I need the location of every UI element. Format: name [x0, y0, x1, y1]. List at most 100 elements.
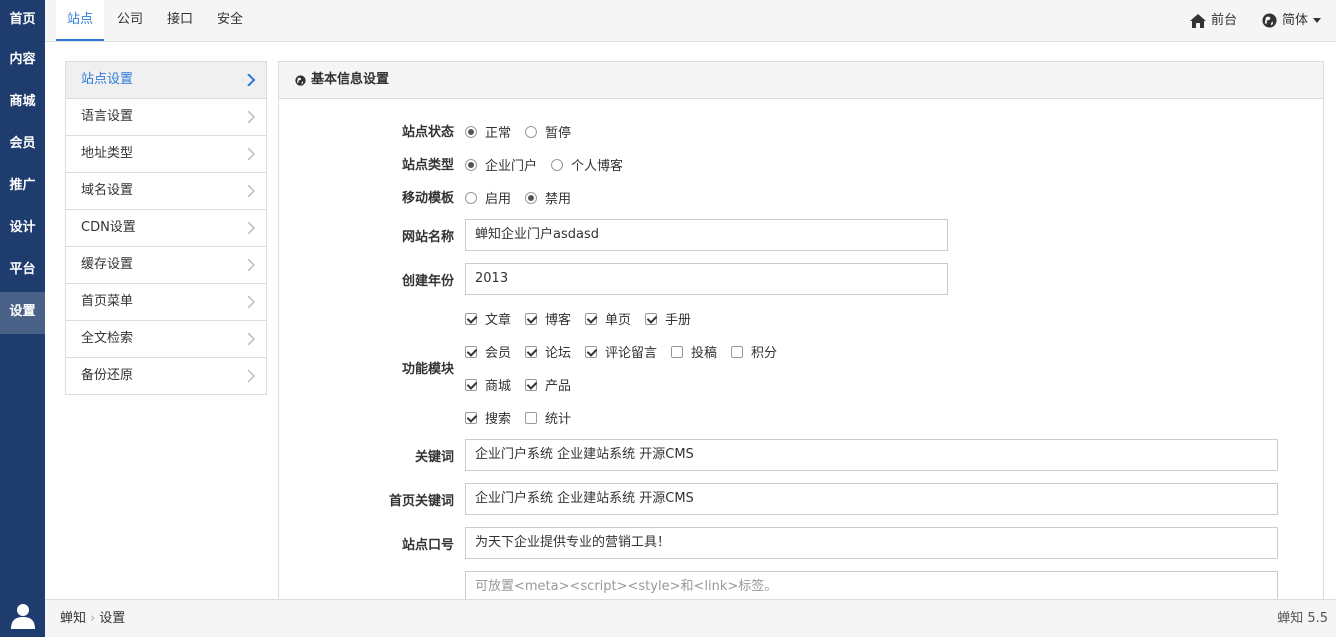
nav-item-platform[interactable]: 平台	[0, 250, 45, 292]
submenu-item-fulltext-search[interactable]: 全文检索	[66, 321, 266, 358]
option-label: 文章	[485, 313, 512, 328]
submenu-item-site-settings[interactable]: 站点设置	[66, 62, 266, 99]
radio-icon	[465, 125, 477, 138]
top-bar: 站点 公司 接口 安全 前台 简体	[45, 0, 1336, 42]
submenu-item-cdn[interactable]: CDN设置	[66, 210, 266, 247]
option-label: 投稿	[691, 346, 718, 361]
nav-item-settings[interactable]: 设置	[0, 292, 45, 334]
checkbox-icon	[525, 312, 537, 325]
submenu-item-address-type[interactable]: 地址类型	[66, 136, 266, 173]
module-shop-checkbox[interactable]: 商城	[465, 375, 511, 394]
site-type-label: 站点类型	[401, 158, 454, 173]
breadcrumb-current: 设置	[99, 611, 126, 626]
site-status-paused-radio[interactable]: 暂停	[525, 122, 571, 141]
module-member-checkbox[interactable]: 会员	[465, 342, 511, 361]
submenu-item-language[interactable]: 语言设置	[66, 99, 266, 136]
option-label: 单页	[605, 313, 632, 328]
module-score-checkbox[interactable]: 积分	[731, 342, 777, 361]
chevron-right-icon	[247, 111, 256, 123]
option-label: 个人博客	[571, 159, 624, 174]
tab-security[interactable]: 安全	[204, 0, 256, 41]
option-label: 积分	[751, 346, 778, 361]
chevron-right-icon	[247, 185, 256, 197]
checkbox-icon	[525, 378, 537, 391]
submenu-item-home-menu[interactable]: 首页菜单	[66, 284, 266, 321]
settings-submenu: 站点设置 语言设置 地址类型 域名设置 CDN设置 缓存设置 首页菜单 全文检索…	[65, 61, 267, 395]
modules-label: 功能模块	[401, 362, 454, 377]
checkbox-icon	[465, 345, 477, 358]
radio-icon	[525, 125, 537, 138]
chevron-right-icon	[247, 74, 256, 86]
submenu-item-domain[interactable]: 域名设置	[66, 173, 266, 210]
module-comment-checkbox[interactable]: 评论留言	[585, 342, 657, 361]
mobile-template-enable-radio[interactable]: 启用	[465, 188, 511, 207]
submenu-label: 全文检索	[81, 331, 134, 346]
chevron-right-icon	[247, 222, 256, 234]
tab-company[interactable]: 公司	[104, 0, 156, 41]
language-dropdown[interactable]: 简体	[1262, 0, 1322, 41]
slogan-input[interactable]: 为天下企业提供专业的营销工具！	[465, 527, 1278, 559]
checkbox-icon	[525, 411, 537, 424]
module-article-checkbox[interactable]: 文章	[465, 309, 511, 328]
home-keywords-input[interactable]: 企业门户系统 企业建站系统 开源CMS	[465, 483, 1278, 515]
checkbox-icon	[465, 411, 477, 424]
slogan-label: 站点口号	[401, 538, 454, 553]
module-page-checkbox[interactable]: 单页	[585, 309, 631, 328]
chevron-right-icon	[247, 333, 256, 345]
radio-icon	[465, 158, 477, 171]
footer-bar: 蝉知 › 设置 蝉知 5.5	[45, 599, 1336, 637]
option-label: 手册	[665, 313, 692, 328]
chevron-right-icon	[247, 296, 256, 308]
submenu-label: 地址类型	[81, 146, 134, 161]
site-status-label: 站点状态	[401, 125, 454, 140]
keywords-input[interactable]: 企业门户系统 企业建站系统 开源CMS	[465, 439, 1278, 471]
submenu-label: 首页菜单	[81, 294, 134, 309]
option-label: 企业门户	[485, 159, 538, 174]
submenu-label: 语言设置	[81, 109, 134, 124]
module-submission-checkbox[interactable]: 投稿	[671, 342, 717, 361]
radio-icon	[525, 191, 537, 204]
option-label: 禁用	[545, 192, 572, 207]
nav-item-shop[interactable]: 商城	[0, 82, 45, 124]
nav-item-home[interactable]: 首页	[0, 0, 45, 40]
tab-site[interactable]: 站点	[56, 0, 104, 41]
radio-icon	[551, 158, 563, 171]
nav-item-promotion[interactable]: 推广	[0, 166, 45, 208]
checkbox-icon	[671, 345, 683, 358]
nav-item-design[interactable]: 设计	[0, 208, 45, 250]
frontend-label: 前台	[1211, 12, 1238, 28]
nav-item-content[interactable]: 内容	[0, 40, 45, 82]
nav-item-member[interactable]: 会员	[0, 124, 45, 166]
module-stats-checkbox[interactable]: 统计	[525, 408, 571, 427]
site-type-blog-radio[interactable]: 个人博客	[551, 155, 623, 174]
submenu-label: 站点设置	[81, 72, 134, 87]
option-label: 搜索	[485, 412, 512, 427]
breadcrumb-home[interactable]: 蝉知	[60, 611, 86, 626]
checkbox-icon	[465, 312, 477, 325]
site-type-enterprise-radio[interactable]: 企业门户	[465, 155, 537, 174]
chevron-right-icon	[247, 370, 256, 382]
created-year-input[interactable]: 2013	[465, 263, 948, 295]
site-status-normal-radio[interactable]: 正常	[465, 122, 511, 141]
module-search-checkbox[interactable]: 搜索	[465, 408, 511, 427]
module-product-checkbox[interactable]: 产品	[525, 375, 571, 394]
checkbox-icon	[585, 312, 597, 325]
option-label: 启用	[485, 192, 512, 207]
submenu-item-backup[interactable]: 备份还原	[66, 358, 266, 395]
option-label: 评论留言	[605, 346, 658, 361]
user-avatar-icon[interactable]	[0, 595, 45, 637]
left-nav: 首页 内容 商城 会员 推广 设计 平台 设置	[0, 0, 45, 637]
chevron-right-icon	[247, 259, 256, 271]
tab-interface[interactable]: 接口	[156, 0, 204, 41]
module-forum-checkbox[interactable]: 论坛	[525, 342, 571, 361]
checkbox-icon	[585, 345, 597, 358]
module-book-checkbox[interactable]: 手册	[645, 309, 691, 328]
submenu-item-cache[interactable]: 缓存设置	[66, 247, 266, 284]
option-label: 统计	[545, 412, 572, 427]
frontend-link[interactable]: 前台	[1190, 0, 1237, 41]
globe-icon	[295, 74, 306, 86]
module-blog-checkbox[interactable]: 博客	[525, 309, 571, 328]
submenu-label: 备份还原	[81, 368, 134, 383]
mobile-template-disable-radio[interactable]: 禁用	[525, 188, 571, 207]
site-name-input[interactable]: 蝉知企业门户asdasd	[465, 219, 948, 251]
